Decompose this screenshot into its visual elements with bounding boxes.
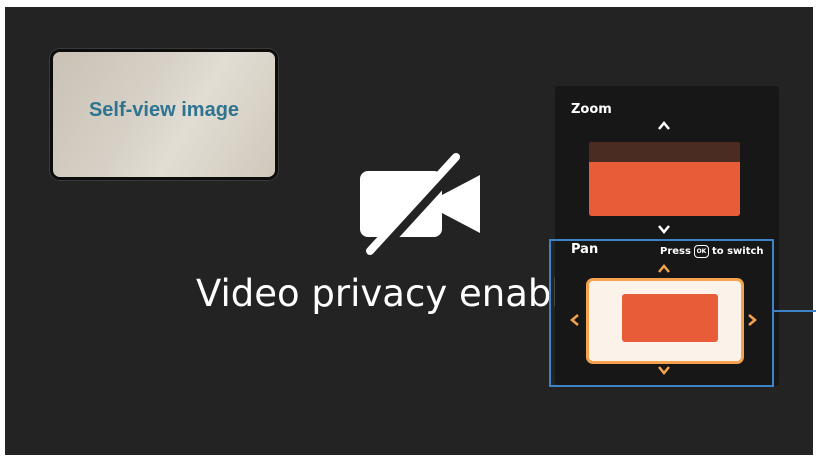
self-view-image: Self-view image [50, 49, 278, 180]
privacy-message: Video privacy enabled [196, 272, 576, 315]
callout-line [772, 310, 816, 312]
pan-highlight-box [549, 239, 774, 387]
zoom-level-fill [589, 162, 740, 216]
zoom-label: Zoom [571, 102, 612, 117]
camera-off-icon [360, 153, 480, 257]
self-view-label: Self-view image [88, 99, 240, 121]
chevron-down-icon[interactable] [657, 223, 671, 235]
chevron-up-icon[interactable] [657, 120, 671, 132]
